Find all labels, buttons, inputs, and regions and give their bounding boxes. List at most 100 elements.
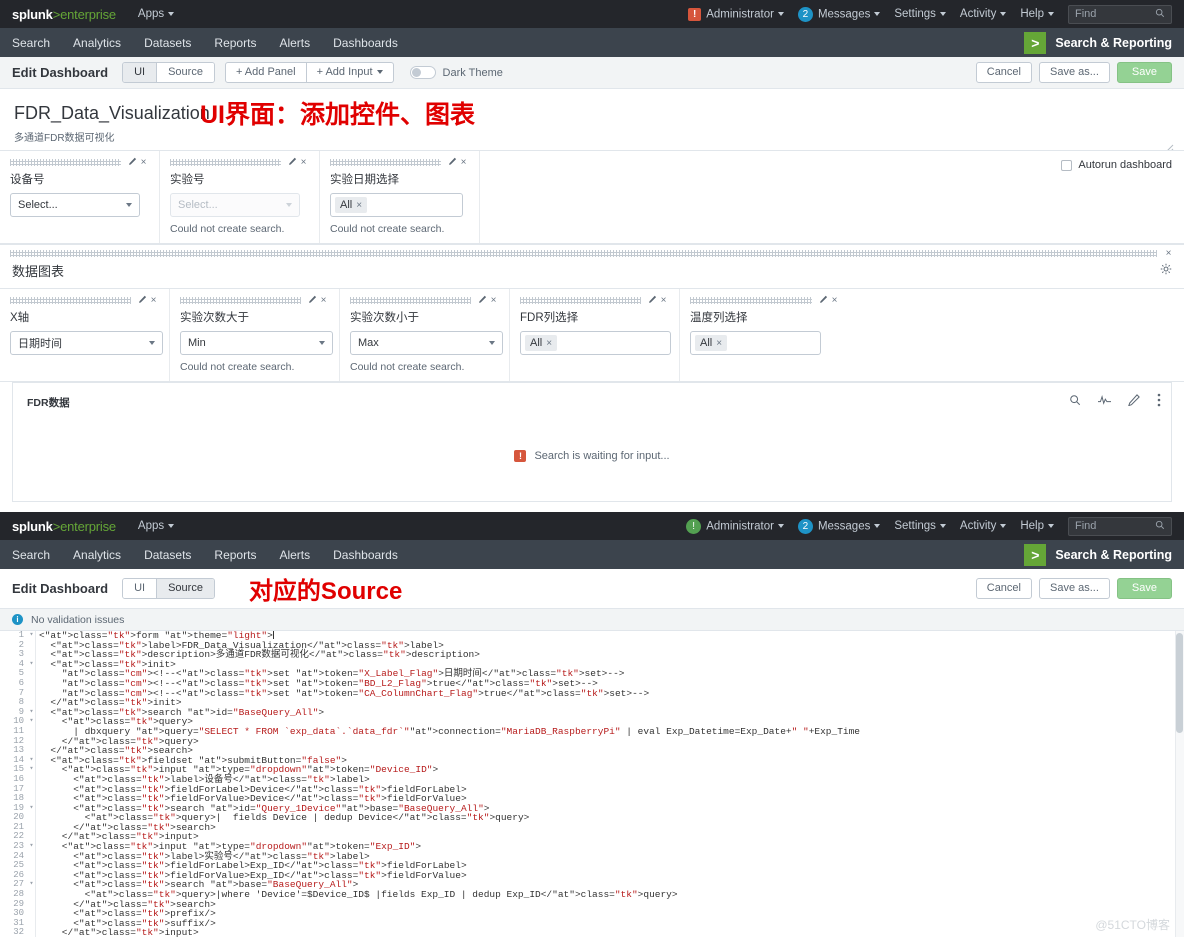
fold-toggle-icon[interactable]	[28, 775, 35, 785]
drag-handle[interactable]	[10, 250, 1157, 257]
settings-menu[interactable]: Settings	[894, 8, 946, 20]
nav-item-analytics-2[interactable]: Analytics	[73, 548, 121, 562]
save-as-button-2[interactable]: Save as...	[1039, 578, 1110, 599]
nav-item-analytics[interactable]: Analytics	[73, 36, 121, 50]
drag-handle[interactable]	[10, 159, 121, 166]
close-icon[interactable]: ×	[829, 295, 840, 306]
pencil-icon[interactable]	[477, 295, 488, 307]
nav-item-reports[interactable]: Reports	[214, 36, 256, 50]
close-icon[interactable]: ×	[458, 157, 469, 168]
fold-toggle-icon[interactable]	[28, 909, 35, 919]
temp-columns-multiselect[interactable]: All ×	[690, 331, 821, 355]
activity-menu[interactable]: Activity	[960, 8, 1007, 20]
fold-toggle-icon[interactable]: ▾	[28, 717, 35, 727]
fold-toggle-icon[interactable]	[28, 737, 35, 747]
pencil-icon[interactable]	[287, 157, 298, 169]
tab-source[interactable]: Source	[156, 63, 214, 82]
fold-toggle-icon[interactable]	[28, 813, 35, 823]
drag-handle[interactable]	[690, 297, 812, 304]
save-button[interactable]: Save	[1116, 62, 1172, 83]
drag-handle[interactable]	[180, 297, 301, 304]
nav-item-search[interactable]: Search	[12, 36, 50, 50]
cancel-button[interactable]: Cancel	[975, 62, 1032, 83]
activity-menu-2[interactable]: Activity	[960, 520, 1007, 532]
close-icon[interactable]: ×	[138, 157, 149, 168]
fold-toggle-icon[interactable]: ▾	[28, 804, 35, 814]
fold-toggle-icon[interactable]	[28, 852, 35, 862]
pencil-icon[interactable]	[137, 295, 148, 307]
administrator-menu[interactable]: ! Administrator	[688, 7, 784, 21]
splunk-logo-2[interactable]: splunk>enterprise	[12, 519, 116, 534]
fold-toggle-icon[interactable]	[28, 928, 35, 937]
code-line[interactable]: 31 <"at">class = "tk" >suffix/>	[0, 918, 1184, 929]
xaxis-select[interactable]: 日期时间	[10, 331, 163, 355]
fold-toggle-icon[interactable]	[28, 785, 35, 795]
save-as-button[interactable]: Save as...	[1039, 62, 1110, 83]
close-icon[interactable]: ×	[298, 157, 309, 168]
device-select[interactable]: Select...	[10, 193, 140, 217]
chip-remove-icon[interactable]: ×	[546, 338, 552, 349]
splunk-logo[interactable]: splunk>enterprise	[12, 7, 116, 22]
drag-handle[interactable]	[520, 297, 641, 304]
pencil-icon[interactable]	[307, 295, 318, 307]
drag-handle[interactable]	[170, 159, 281, 166]
fold-toggle-icon[interactable]	[28, 689, 35, 699]
date-multiselect[interactable]: All ×	[330, 193, 463, 217]
experiment-select[interactable]: Select...	[170, 193, 300, 217]
drag-handle[interactable]	[330, 159, 441, 166]
fold-toggle-icon[interactable]	[28, 641, 35, 651]
fold-toggle-icon[interactable]: ▾	[28, 842, 35, 852]
close-icon[interactable]: ×	[658, 295, 669, 306]
code-line[interactable]: 32 </"at">class = "tk" >input>	[0, 928, 1184, 937]
apps-menu-2[interactable]: Apps	[138, 520, 175, 532]
settings-menu-2[interactable]: Settings	[894, 520, 946, 532]
add-input-button[interactable]: + Add Input	[306, 62, 394, 83]
nav-item-dashboards[interactable]: Dashboards	[333, 36, 398, 50]
close-icon[interactable]: ×	[488, 295, 499, 306]
pencil-icon[interactable]	[127, 157, 138, 169]
search-icon[interactable]	[1069, 393, 1081, 411]
editor-scrollbar[interactable]	[1175, 631, 1184, 937]
pencil-icon[interactable]	[647, 295, 658, 307]
nav-item-dashboards-2[interactable]: Dashboards	[333, 548, 398, 562]
tab-ui-2[interactable]: UI	[123, 579, 157, 598]
pencil-icon[interactable]	[447, 157, 458, 169]
fold-toggle-icon[interactable]	[28, 727, 35, 737]
fold-toggle-icon[interactable]	[28, 919, 35, 929]
nav-item-alerts-2[interactable]: Alerts	[279, 548, 310, 562]
fold-toggle-icon[interactable]: ▾	[28, 660, 35, 670]
find-input[interactable]: Find	[1068, 4, 1172, 24]
pencil-icon[interactable]	[818, 295, 829, 307]
pencil-icon[interactable]	[1128, 393, 1140, 411]
fold-toggle-icon[interactable]	[28, 746, 35, 756]
expcount-max-select[interactable]: Max	[350, 331, 503, 355]
fold-toggle-icon[interactable]	[28, 861, 35, 871]
add-panel-button[interactable]: + Add Panel	[224, 62, 307, 83]
nav-item-search-2[interactable]: Search	[12, 548, 50, 562]
fold-toggle-icon[interactable]	[28, 669, 35, 679]
fold-toggle-icon[interactable]: ▾	[28, 756, 35, 766]
cancel-button-2[interactable]: Cancel	[975, 578, 1032, 599]
code-line[interactable]: 29 </"at">class = "tk" >search>	[0, 899, 1184, 910]
expcount-min-select[interactable]: Min	[180, 331, 333, 355]
close-icon[interactable]: ×	[1163, 248, 1174, 259]
nav-item-reports-2[interactable]: Reports	[214, 548, 256, 562]
source-code-editor[interactable]: 1 ▾ <"at">class = "tk" >form "at" >theme= "ligh…	[0, 631, 1184, 937]
gear-icon[interactable]	[1160, 263, 1172, 278]
find-input-2[interactable]: Find	[1068, 516, 1172, 536]
chart-icon[interactable]	[1098, 393, 1111, 411]
drag-handle[interactable]	[10, 297, 131, 304]
chip-remove-icon[interactable]: ×	[356, 200, 362, 211]
fdr-columns-multiselect[interactable]: All ×	[520, 331, 671, 355]
fold-toggle-icon[interactable]	[28, 832, 35, 842]
code-lines-container[interactable]: 1 ▾ <"at">class = "tk" >form "at" >theme= "ligh…	[0, 631, 1184, 937]
help-menu-2[interactable]: Help	[1020, 520, 1054, 532]
tab-ui[interactable]: UI	[123, 63, 157, 82]
fold-toggle-icon[interactable]: ▾	[28, 765, 35, 775]
fold-toggle-icon[interactable]	[28, 794, 35, 804]
fold-toggle-icon[interactable]	[28, 890, 35, 900]
chip-remove-icon[interactable]: ×	[716, 338, 722, 349]
fold-toggle-icon[interactable]: ▾	[28, 880, 35, 890]
autorun-checkbox[interactable]	[1061, 159, 1073, 171]
close-icon[interactable]: ×	[148, 295, 159, 306]
